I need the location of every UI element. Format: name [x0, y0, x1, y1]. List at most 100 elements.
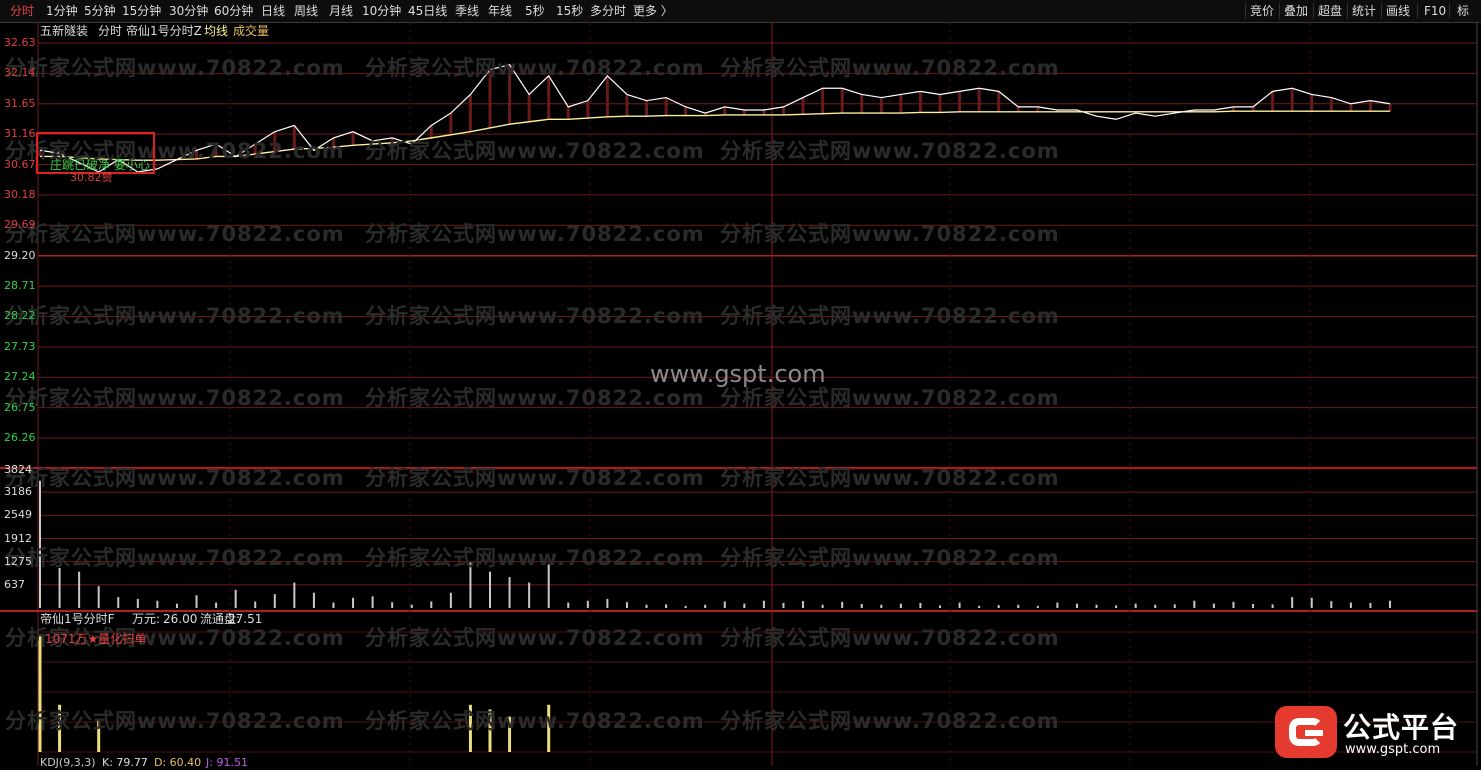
volume-bar [1389, 600, 1391, 608]
volume-tick-label: 1912 [4, 531, 32, 545]
volume-bar [645, 604, 648, 608]
sub-note: 1071万★量化扫单 [45, 632, 147, 646]
volume-bar [880, 604, 883, 608]
volume-bar [1252, 604, 1255, 608]
wan-value: 26.00 [163, 612, 198, 626]
price-tick-label: 31.65 [4, 96, 36, 110]
kdj-k: K: 79.77 [102, 756, 148, 769]
volume-bar [1232, 601, 1235, 608]
volume-bar [1095, 604, 1098, 608]
price-tick-label: 26.75 [4, 400, 36, 414]
price-tick-label: 29.69 [4, 218, 36, 232]
price-tick-label: 31.16 [4, 127, 36, 141]
volume-bar [293, 582, 296, 608]
float-value: 27.51 [228, 612, 263, 626]
price-tick-label: 32.14 [4, 66, 36, 80]
volume-bar [958, 602, 961, 608]
volume-bar [352, 597, 355, 608]
volume-bar [1134, 603, 1137, 608]
volume-bar [1056, 602, 1059, 608]
sub-volume-bar [508, 716, 512, 752]
volume-bar [1017, 604, 1020, 608]
volume-bar [273, 594, 276, 608]
volume-bar [39, 480, 41, 608]
logo-g-bar [1305, 730, 1323, 736]
volume-bar [97, 586, 100, 608]
wan-label: 万元: [132, 612, 161, 626]
sub-volume-bar [38, 634, 42, 752]
volume-bar [704, 604, 707, 608]
price-tick-label: 30.67 [4, 157, 36, 171]
volume-bar [430, 601, 433, 608]
volume-bar [58, 568, 61, 608]
volume-bar [136, 598, 139, 608]
volume-bar [899, 603, 902, 608]
volume-bar [78, 571, 81, 608]
volume-bar [1173, 604, 1176, 608]
price-tick-label: 27.24 [4, 370, 36, 384]
volume-bar [841, 601, 844, 608]
volume-bar [723, 601, 726, 608]
price-tick-label: 28.22 [4, 309, 36, 323]
avg-line [40, 110, 1390, 161]
kdj-label: KDJ(9,3,3) [40, 756, 96, 769]
sub-volume-bar [468, 704, 472, 752]
price-tick-label: 27.73 [4, 339, 36, 353]
volume-bar [195, 595, 198, 608]
volume-bar [234, 589, 237, 608]
price-tick-label: 29.20 [4, 248, 36, 262]
volume-bar [1193, 600, 1196, 608]
alert-sub-text: 30.82赞 [70, 171, 113, 184]
sub-volume-bar [97, 718, 101, 752]
volume-bar [449, 592, 452, 608]
volume-bar [1330, 601, 1333, 608]
volume-tick-label: 3186 [4, 485, 32, 499]
volume-bar [371, 596, 374, 608]
logo-name: 公式平台 [1343, 711, 1460, 744]
volume-bar [762, 600, 765, 608]
sub-volume-bar [488, 709, 492, 752]
volume-bar [156, 600, 159, 608]
logo-icon [1275, 706, 1337, 758]
volume-bar [1154, 604, 1157, 608]
volume-tick-label: 2549 [4, 508, 32, 522]
volume-bar [1075, 603, 1078, 608]
kdj-j: J: 91.51 [206, 756, 248, 769]
volume-bar [508, 577, 511, 608]
sub-indicator-name: 帝仙1号分时F [40, 612, 115, 626]
price-tick-label: 26.26 [4, 431, 36, 444]
volume-bar [1115, 605, 1118, 608]
volume-bar [821, 604, 824, 608]
volume-bar [782, 602, 785, 608]
volume-bar [1349, 602, 1352, 608]
volume-bar [606, 598, 609, 608]
volume-bar [860, 604, 863, 608]
price-tick-label: 30.18 [4, 187, 36, 201]
volume-bar [625, 602, 628, 608]
volume-bar [1369, 602, 1372, 608]
volume-bar [743, 603, 746, 608]
volume-bar [391, 602, 394, 608]
volume-bar [665, 604, 668, 608]
sub-volume-bar [547, 704, 551, 752]
logo-url: www.gspt.com [1345, 742, 1441, 757]
volume-bar [586, 600, 589, 608]
volume-bar [919, 602, 922, 608]
volume-bar [1310, 597, 1313, 608]
volume-bar [469, 562, 472, 608]
price-tick-label: 32.63 [4, 36, 36, 49]
alert-text: 庄跳已破净 要小心 [50, 158, 150, 172]
volume-bar [215, 602, 218, 608]
kdj-d: D: 60.40 [154, 756, 202, 769]
volume-bar [547, 564, 550, 608]
volume-bar [567, 602, 570, 608]
volume-bar [1291, 597, 1294, 608]
volume-bar [1036, 605, 1039, 608]
volume-bar [978, 605, 981, 608]
volume-bar [802, 601, 805, 608]
volume-bar [332, 602, 335, 608]
volume-bar [489, 571, 491, 608]
volume-bar [175, 603, 178, 608]
volume-bar [117, 597, 120, 608]
volume-bar [997, 605, 1000, 608]
